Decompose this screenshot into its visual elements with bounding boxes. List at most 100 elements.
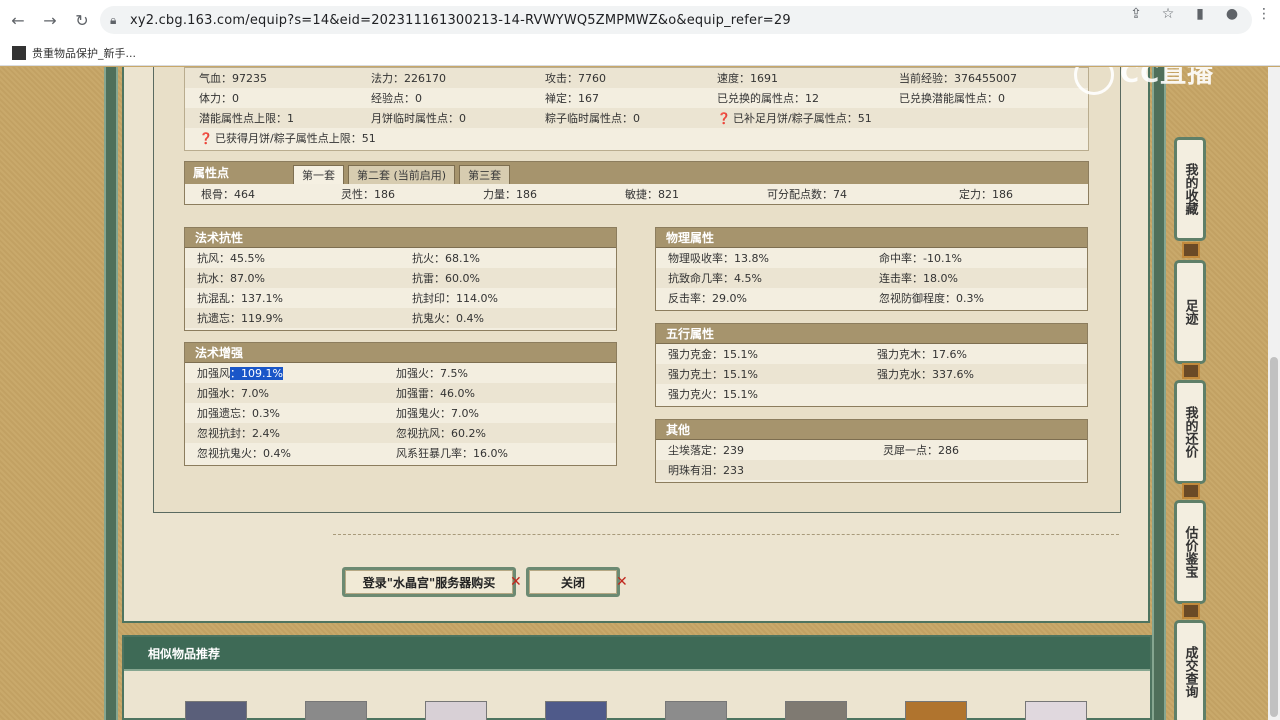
table-row: 加强风：109.1% 加强火：7.5% (185, 363, 616, 383)
table-row: 抗风：45.5% 抗火：68.1% (185, 248, 616, 268)
similar-item-thumb[interactable] (425, 701, 487, 720)
section-title: 五行属性 (656, 324, 1087, 344)
tab-set-1[interactable]: 第一套 (293, 165, 344, 184)
help-icon[interactable]: ❓ (199, 132, 213, 145)
similar-item-thumb[interactable] (545, 701, 607, 720)
attr-cell: 敏捷：821 (625, 188, 679, 201)
share-icon[interactable]: ⇪ (1120, 6, 1152, 22)
similar-items-panel: 相似物品推荐 (122, 635, 1152, 720)
side-label: 我的收藏 (1182, 163, 1198, 215)
info-cell: 经验点：0 (371, 92, 422, 105)
stat-cell: 忽视抗封：2.4% (197, 427, 280, 440)
stat-cell: 命中率：-10.1% (879, 252, 962, 265)
sidepanel-icon[interactable]: ▮ (1184, 6, 1216, 22)
stat-cell: 抗致命几率：4.5% (668, 272, 762, 285)
stat-cell: 抗风：45.5% (197, 252, 265, 265)
info-cell: 潜能属性点上限：1 (199, 112, 294, 125)
attr-cell: 可分配点数：74 (767, 188, 847, 201)
url-text: xy2.cbg.163.com/equip?s=14&eid=202311161… (130, 12, 791, 28)
stat-cell: 忽视防御程度：0.3% (879, 292, 984, 305)
my-favorites-button[interactable]: 我的收藏 (1174, 137, 1206, 241)
address-bar[interactable]: 🔒︎ xy2.cbg.163.com/equip?s=14&eid=202311… (100, 6, 1252, 34)
side-separator (1182, 483, 1200, 499)
deal-query-button[interactable]: 成交查询 (1174, 620, 1206, 720)
buy-close-icon[interactable]: ✕ (510, 574, 522, 590)
left-border (104, 67, 118, 720)
stat-cell: 抗水：87.0% (197, 272, 265, 285)
buy-button[interactable]: 登录"水晶宫"服务器购买 (342, 567, 516, 597)
attribute-row: 根骨：464 灵性：186 力量：186 敏捷：821 可分配点数：74 定力：… (185, 184, 1088, 204)
similar-item-thumb[interactable] (785, 701, 847, 720)
reload-icon[interactable]: ↻ (68, 6, 96, 34)
stat-cell: 物理吸收率：13.8% (668, 252, 769, 265)
info-row: 体力：0 经验点：0 禅定：167 已兑换的属性点：12 已兑换潜能属性点：0 (185, 88, 1088, 108)
side-separator (1182, 363, 1200, 379)
bookmark-item[interactable]: 贵重物品保护_新手... (32, 45, 136, 61)
stream-watermark: CC直播 (1074, 67, 1214, 95)
scrollbar[interactable] (1268, 67, 1280, 720)
info-cell: 月饼临时属性点：0 (371, 112, 466, 125)
similar-item-thumb[interactable] (305, 701, 367, 720)
stat-cell: 强力克木：17.6% (877, 348, 967, 361)
stat-cell: 忽视抗鬼火：0.4% (197, 447, 291, 460)
table-row: 强力克金：15.1% 强力克木：17.6% (656, 344, 1087, 364)
info-cell: 已兑换的属性点：12 (717, 92, 819, 105)
stat-cell: 强力克水：337.6% (877, 368, 974, 381)
table-row: 明珠有泪：233 (656, 460, 1087, 480)
bookmark-favicon-icon (12, 45, 26, 60)
attribute-title: 属性点 (193, 166, 230, 180)
side-label: 我的还价 (1182, 406, 1198, 458)
help-icon[interactable]: ❓ (717, 112, 731, 125)
table-row: 加强水：7.0% 加强雷：46.0% (185, 383, 616, 403)
similar-item-thumb[interactable] (1025, 701, 1087, 720)
attr-cell: 灵性：186 (341, 188, 395, 201)
stat-cell: 加强遗忘：0.3% (197, 407, 280, 420)
similar-item-thumb[interactable] (665, 701, 727, 720)
footprint-button[interactable]: 足迹 (1174, 260, 1206, 364)
watermark-text: CC直播 (1120, 67, 1215, 89)
stat-cell: 强力克火：15.1% (668, 388, 758, 401)
table-row: 抗混乱：137.1% 抗封印：114.0% (185, 288, 616, 308)
stat-cell: 加强雷：46.0% (396, 387, 475, 400)
table-row: 抗遗忘：119.9% 抗鬼火：0.4% (185, 308, 616, 328)
stat-cell: 反击率：29.0% (668, 292, 747, 305)
stat-cell: 尘埃落定：239 (668, 444, 744, 457)
similar-item-thumb[interactable] (905, 701, 967, 720)
tab-set-3[interactable]: 第三套 (459, 165, 511, 184)
element-attr-panel: 五行属性 强力克金：15.1% 强力克木：17.6% 强力克土：15.1% 强力… (655, 323, 1088, 407)
star-icon[interactable]: ☆ (1152, 6, 1184, 22)
profile-icon[interactable]: ● (1216, 6, 1248, 22)
section-body: 强力克金：15.1% 强力克木：17.6% 强力克土：15.1% 强力克水：33… (656, 344, 1087, 404)
section-title: 物理属性 (656, 228, 1087, 248)
estimate-button[interactable]: 估价鉴宝 (1174, 500, 1206, 604)
back-icon[interactable]: ← (4, 6, 32, 34)
menu-icon[interactable]: ⋮ (1248, 6, 1280, 22)
close-button[interactable]: 关闭 (526, 567, 620, 597)
spell-resist-panel: 法术抗性 抗风：45.5% 抗火：68.1% 抗水：87.0% 抗雷：60.0%… (184, 227, 617, 331)
selected-text[interactable]: ：109.1% (230, 367, 283, 380)
table-row: 忽视抗封：2.4% 忽视抗风：60.2% (185, 423, 616, 443)
watermark-logo-icon (1074, 67, 1114, 95)
stat-cell: 加强水：7.0% (197, 387, 269, 400)
stat-cell: 抗雷：60.0% (412, 272, 480, 285)
stat-label: 加强风 (197, 367, 230, 380)
info-cell: 速度：1691 (717, 72, 778, 85)
tab-set-2[interactable]: 第二套 (当前启用) (348, 165, 456, 184)
forward-icon[interactable]: → (36, 6, 64, 34)
stat-cell: 抗混乱：137.1% (197, 292, 283, 305)
info-cell: 攻击：7760 (545, 72, 606, 85)
side-label: 估价鉴宝 (1182, 526, 1198, 578)
stat-cell: 加强风：109.1% (197, 365, 283, 381)
table-row: 强力克火：15.1% (656, 384, 1087, 404)
stat-cell: 加强鬼火：7.0% (396, 407, 479, 420)
stat-cell: 灵犀一点：286 (883, 444, 959, 457)
section-title: 法术增强 (185, 343, 616, 363)
lock-icon: 🔒︎ (110, 12, 117, 27)
similar-item-thumb[interactable] (185, 701, 247, 720)
scrollbar-thumb[interactable] (1270, 357, 1278, 717)
my-bargain-button[interactable]: 我的还价 (1174, 380, 1206, 484)
side-label: 成交查询 (1182, 646, 1198, 698)
other-attr-panel: 其他 尘埃落定：239 灵犀一点：286 明珠有泪：233 (655, 419, 1088, 483)
close-x-icon[interactable]: ✕ (616, 574, 628, 590)
divider (333, 534, 1119, 535)
